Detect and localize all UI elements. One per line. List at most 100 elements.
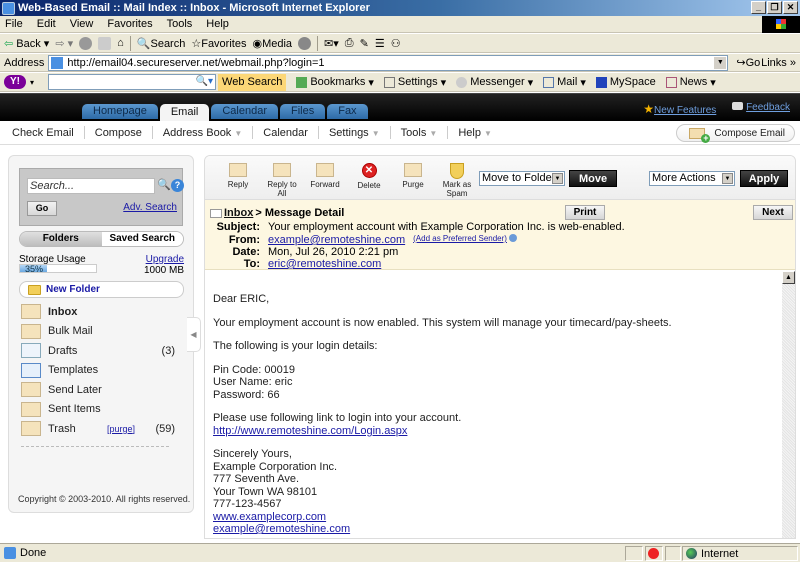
tab-homepage[interactable]: Homepage (82, 104, 158, 119)
more-actions-select[interactable]: More Actions ▼ (649, 171, 735, 186)
breadcrumb-inbox[interactable]: Inbox (224, 207, 253, 219)
edit-icon[interactable]: ✎ (360, 37, 369, 50)
new-features-link[interactable]: New Features (654, 105, 716, 116)
print-button[interactable]: Print (565, 205, 605, 220)
new-folder-button[interactable]: New Folder (19, 281, 184, 298)
login-link[interactable]: http://www.remoteshine.com/Login.aspx (213, 425, 407, 437)
body-paragraph: The following is your login details: (213, 340, 378, 352)
yahoo-dropdown-icon[interactable]: ▾ (30, 78, 34, 87)
compose-email-label: Compose Email (714, 127, 785, 139)
home-icon[interactable]: ⌂ (117, 37, 124, 49)
folder-send-later[interactable]: Send Later (21, 380, 181, 400)
yahoo-news[interactable]: News ▾ (665, 76, 716, 89)
yahoo-search-input[interactable]: 🔍▾ (48, 74, 217, 90)
user-name: User Name: eric (213, 376, 293, 388)
menu-file[interactable]: File (5, 18, 23, 30)
nav-compose[interactable]: Compose (85, 127, 152, 139)
refresh-icon[interactable] (98, 36, 112, 50)
forward-button[interactable]: ⇨ ▾ (55, 37, 73, 50)
feedback-link[interactable]: Feedback (746, 102, 790, 113)
folder-inbox[interactable]: Inbox (21, 302, 181, 322)
yahoo-mail[interactable]: Mail ▾ (543, 76, 586, 89)
mail-search-input[interactable]: Search... (27, 178, 155, 194)
bulk-mail-icon (21, 323, 41, 339)
nav-calendar[interactable]: Calendar (253, 127, 318, 139)
search-go-button[interactable]: Go (27, 201, 57, 216)
menu-view[interactable]: View (70, 18, 94, 30)
nav-settings[interactable]: Settings ▼ (319, 127, 390, 139)
mail-icon[interactable]: ✉▾ (324, 37, 339, 50)
adv-search-link[interactable]: Adv. Search (123, 202, 177, 213)
spam-shield-icon (450, 163, 464, 179)
history-icon[interactable] (298, 36, 312, 50)
move-to-folder-select[interactable]: Move to Folder ▼ (479, 171, 565, 186)
search-button[interactable]: 🔍Search (137, 37, 186, 50)
purge-trash-link[interactable]: [purge] (107, 424, 135, 434)
folder-templates[interactable]: Templates (21, 361, 181, 381)
menu-favorites[interactable]: Favorites (107, 18, 152, 30)
forward-button[interactable]: Forward (307, 163, 343, 189)
nav-tools[interactable]: Tools ▼ (391, 127, 448, 139)
minimize-button[interactable]: _ (751, 1, 766, 14)
next-button[interactable]: Next (753, 205, 793, 220)
folder-sent-items[interactable]: Sent Items (21, 400, 181, 420)
move-button[interactable]: Move (569, 170, 617, 187)
links-button[interactable]: Links » (761, 57, 796, 69)
scroll-up-arrow-icon[interactable]: ▲ (782, 271, 795, 284)
to-link[interactable]: eric@remoteshine.com (268, 258, 381, 270)
tab-calendar[interactable]: Calendar (211, 104, 278, 119)
nav-help[interactable]: Help ▼ (448, 127, 502, 139)
apply-button[interactable]: Apply (740, 170, 788, 187)
collapse-sidebar-button[interactable]: ◀ (187, 317, 201, 352)
web-search-button[interactable]: Web Search (218, 73, 287, 91)
yahoo-bookmarks[interactable]: Bookmarks ▾ (296, 76, 374, 89)
menu-tools[interactable]: Tools (167, 18, 193, 30)
print-icon[interactable]: ⎙ (345, 37, 354, 50)
discuss-icon[interactable]: ☰ (375, 37, 385, 50)
myspace-icon (595, 76, 607, 88)
mark-spam-button[interactable]: Mark as Spam (439, 163, 475, 198)
folder-trash[interactable]: Trash [purge] (59) (21, 419, 181, 439)
help-icon[interactable]: ? (171, 179, 184, 192)
messenger-icon[interactable]: ⚇ (391, 37, 401, 50)
tab-email[interactable]: Email (159, 104, 210, 121)
signature-website-link[interactable]: www.examplecorp.com (213, 511, 326, 523)
help-icon[interactable] (508, 234, 517, 242)
compose-email-button[interactable]: Compose Email (676, 124, 795, 143)
favorites-button[interactable]: ☆Favorites (191, 37, 246, 50)
restore-button[interactable]: ❐ (767, 1, 782, 14)
menu-edit[interactable]: Edit (37, 18, 56, 30)
saved-search-tab[interactable]: Saved Search (101, 232, 183, 246)
folders-tab[interactable]: Folders (20, 232, 102, 246)
close-button[interactable]: ✕ (783, 1, 798, 14)
folder-drafts[interactable]: Drafts (3) (21, 341, 181, 361)
tab-fax[interactable]: Fax (327, 104, 368, 119)
delete-button[interactable]: ✕ Delete (351, 163, 387, 190)
menu-help[interactable]: Help (206, 18, 229, 30)
signature-line: 777 Seventh Ave. (213, 473, 300, 485)
yahoo-messenger[interactable]: Messenger ▾ (456, 76, 533, 89)
stop-icon[interactable] (79, 36, 93, 50)
purge-button[interactable]: Purge (395, 163, 431, 189)
upgrade-link[interactable]: Upgrade (146, 254, 184, 265)
message-scrollbar[interactable]: ▲ (782, 271, 795, 538)
folder-bulk-mail[interactable]: Bulk Mail (21, 322, 181, 342)
reply-all-button[interactable]: Reply to All (263, 163, 301, 198)
go-button[interactable]: ↪Go (736, 56, 760, 69)
yahoo-myspace[interactable]: MySpace (595, 76, 656, 88)
add-preferred-sender-link[interactable]: (Add as Preferred Sender) (413, 234, 507, 246)
url-input[interactable]: http://email04.secureserver.net/webmail.… (48, 54, 729, 71)
reply-button[interactable]: Reply (220, 163, 256, 189)
privacy-cell[interactable] (645, 546, 663, 561)
media-button[interactable]: ◉Media (252, 37, 292, 50)
yahoo-settings[interactable]: Settings ▾ (383, 76, 446, 89)
url-dropdown-icon[interactable]: ▼ (714, 56, 727, 69)
yahoo-logo-icon[interactable]: Y! (4, 75, 26, 89)
nav-address-book[interactable]: Address Book ▼ (153, 127, 252, 139)
search-icon[interactable]: 🔍 (157, 178, 171, 191)
nav-check-email[interactable]: Check Email (12, 127, 84, 139)
from-link[interactable]: example@remoteshine.com (268, 234, 405, 246)
tab-files[interactable]: Files (279, 104, 326, 119)
back-button[interactable]: ⇦ Back ▾ (4, 37, 49, 50)
signature-email-link[interactable]: example@remoteshine.com (213, 523, 350, 535)
